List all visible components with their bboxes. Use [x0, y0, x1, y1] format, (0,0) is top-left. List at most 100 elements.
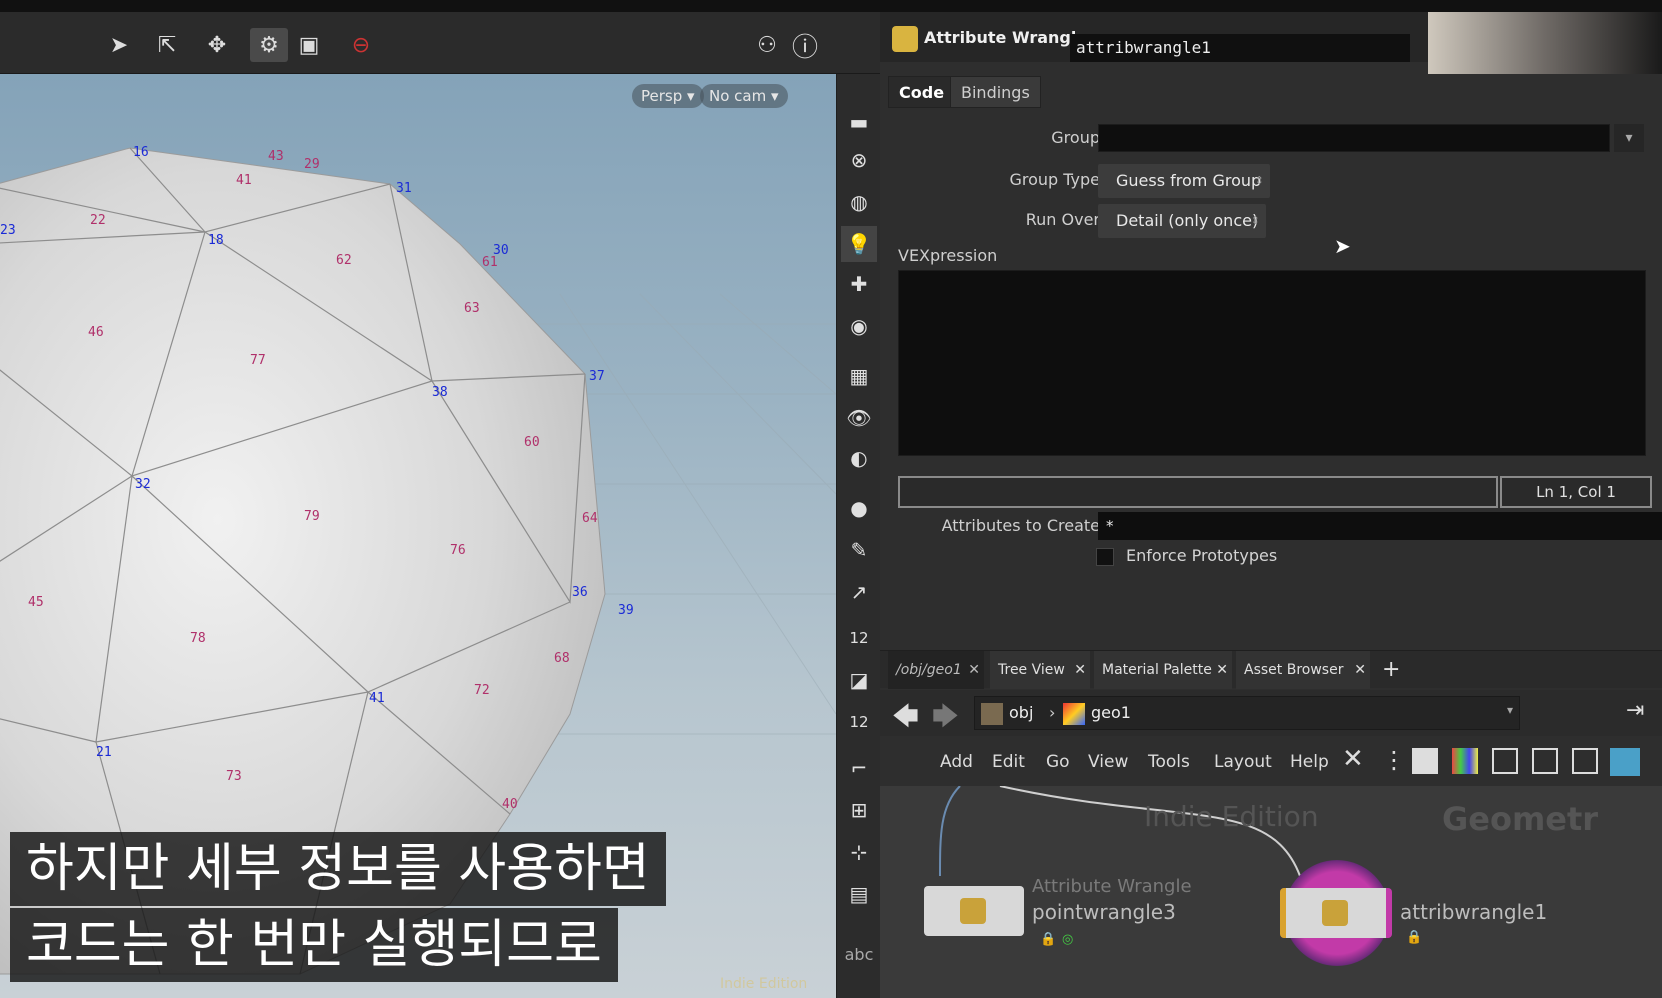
prim-label: 43	[268, 149, 284, 164]
grid-icon[interactable]	[1492, 748, 1518, 774]
close-icon[interactable]: ✕	[1216, 651, 1228, 689]
tab-code[interactable]: Code	[888, 76, 956, 108]
menu-add[interactable]: Add	[940, 752, 973, 772]
template-eye-icon[interactable]: ◐	[841, 440, 877, 476]
text-display-icon[interactable]: abc	[841, 936, 877, 972]
prim-label: 77	[250, 353, 266, 368]
point-numbers-icon[interactable]: 12	[841, 620, 877, 656]
prim-label: 79	[304, 509, 320, 524]
menu-help[interactable]: Help	[1290, 752, 1329, 772]
hide-other-icon[interactable]: ⊗	[841, 142, 877, 178]
obj-icon	[981, 703, 1003, 725]
group-field[interactable]	[1098, 124, 1610, 152]
prim-label: 62	[336, 253, 352, 268]
screen-snapshot-icon[interactable]: ▣	[290, 28, 328, 62]
menu-go[interactable]: Go	[1046, 752, 1070, 772]
panel-icon[interactable]: ▤	[841, 876, 877, 912]
network-boxes-icon[interactable]	[1532, 748, 1558, 774]
select-arrow-icon[interactable]: ➤	[100, 28, 138, 62]
list-view-icon[interactable]	[1412, 748, 1438, 774]
shaded-cube-icon[interactable]: ▦	[841, 358, 877, 394]
no-entry-icon[interactable]: ⊖	[342, 28, 380, 62]
background-image-icon[interactable]	[1610, 748, 1640, 776]
render-view-icon[interactable]: ◍	[841, 184, 877, 220]
prim-label: 73	[226, 769, 242, 784]
vector-display-icon[interactable]: ↗	[841, 574, 877, 610]
back-arrow-icon[interactable]: 🡄	[892, 698, 919, 742]
close-icon[interactable]: ✕	[1354, 651, 1366, 689]
camera-tool-icon[interactable]: ⚙	[250, 28, 288, 62]
help-icon[interactable]: ⓘ	[786, 28, 824, 63]
node-attribwrangle1[interactable]	[1280, 888, 1392, 938]
run-over-menu[interactable]: Detail (only once) ⇕	[1098, 204, 1266, 238]
node-name-field[interactable]: attribwrangle1	[1070, 34, 1410, 62]
node-name-attribwrangle1: attribwrangle1	[1400, 900, 1548, 924]
path-obj[interactable]: obj	[1009, 703, 1033, 722]
menu-arrows-icon: ⇕	[1250, 214, 1260, 227]
path-field[interactable]: obj › geo1 ▾	[974, 696, 1520, 730]
wrench-icon[interactable]: ✕	[1342, 744, 1364, 774]
cursor-position: Ln 1, Col 1	[1500, 476, 1652, 508]
group-type-label: Group Type	[1009, 170, 1100, 189]
headlight-icon[interactable]: 💡	[841, 226, 877, 262]
close-icon[interactable]: ✕	[968, 651, 980, 689]
menu-arrows-icon: ⇕	[1254, 174, 1264, 187]
path-separator-icon: ›	[1049, 703, 1056, 722]
point-display-icon[interactable]: ●	[841, 490, 877, 526]
handle-tool-icon[interactable]: ✥	[198, 28, 236, 62]
path-bar: 🡄 🡆 obj › geo1 ▾ ⇥	[880, 690, 1662, 736]
sticky-note-icon[interactable]	[1572, 748, 1598, 774]
vexpression-editor[interactable]	[898, 270, 1646, 456]
tab-obj-geo1[interactable]: /obj/geo1 ✕	[888, 651, 984, 689]
lock-icon[interactable]: 🔒	[1406, 930, 1422, 945]
point-label: 41	[369, 691, 385, 706]
transform-arrow-icon[interactable]: ⇱	[148, 28, 186, 62]
profile-curve-icon[interactable]: ⌐	[841, 750, 877, 786]
tab-tree-view[interactable]: Tree View ✕	[990, 651, 1090, 689]
light-target-icon[interactable]: ◉	[841, 308, 877, 344]
path-geo1[interactable]: geo1	[1091, 703, 1131, 722]
forward-arrow-icon[interactable]: 🡆	[932, 698, 959, 742]
network-watermark-left: Indie Edition	[1144, 800, 1319, 833]
prim-label: 60	[524, 435, 540, 450]
node-pointwrangle3[interactable]	[924, 886, 1024, 936]
menu-edit[interactable]: Edit	[992, 752, 1025, 772]
lock-icon[interactable]: 🔒	[1040, 932, 1056, 947]
network-editor-canvas[interactable]: Indie Edition Geometr Attribute Wrangle …	[880, 786, 1662, 998]
node-name-pointwrangle3: pointwrangle3	[1032, 900, 1176, 924]
prim-normals-icon[interactable]: ◪	[841, 662, 877, 698]
group-type-menu[interactable]: Guess from Group ⇕	[1098, 164, 1270, 198]
point-label: 37	[589, 369, 605, 384]
network-watermark-right: Geometr	[1442, 800, 1599, 838]
tree-icon[interactable]: ⋮	[1382, 746, 1406, 774]
normal-display-icon[interactable]: ✎	[841, 532, 877, 568]
node-type-text: Attribute Wrangle	[1032, 876, 1192, 897]
close-icon[interactable]: ✕	[1074, 651, 1086, 689]
menu-tools[interactable]: Tools	[1148, 752, 1190, 772]
geo-icon	[1063, 703, 1085, 725]
enforce-prototypes-checkbox[interactable]	[1096, 548, 1114, 566]
attributes-to-create-field[interactable]: *	[1098, 512, 1662, 540]
group-dropdown-arrow-icon[interactable]: ▾	[1614, 124, 1644, 152]
menu-layout[interactable]: Layout	[1214, 752, 1272, 772]
point-label: 36	[572, 585, 588, 600]
tab-asset-browser[interactable]: Asset Browser ✕	[1236, 651, 1370, 689]
uv-grid-icon[interactable]: ⊞	[841, 792, 877, 828]
snap-icon[interactable]: ⊹	[841, 834, 877, 870]
color-palette-icon[interactable]	[1452, 748, 1478, 774]
visibility-eye-icon[interactable]: 👁	[841, 400, 877, 436]
menu-view[interactable]: View	[1088, 752, 1128, 772]
prim-numbers-icon[interactable]: 12	[841, 704, 877, 740]
pin-icon[interactable]: ⇥	[1626, 698, 1644, 723]
ghost-geometry-icon[interactable]: ▬	[841, 104, 877, 140]
light-add-icon[interactable]: ✚	[841, 266, 877, 302]
tab-material-palette[interactable]: Material Palette ✕	[1094, 651, 1232, 689]
add-tab-plus-icon[interactable]: +	[1374, 651, 1408, 689]
tab-bindings[interactable]: Bindings	[950, 76, 1041, 108]
prim-label: 76	[450, 543, 466, 558]
path-dropdown-icon[interactable]: ▾	[1507, 703, 1513, 717]
viewer-state-icon[interactable]: ⚇	[748, 28, 786, 62]
code-status-bar	[898, 476, 1498, 508]
bypass-icon[interactable]: ◎	[1062, 932, 1073, 947]
tab-tree-view-label: Tree View	[998, 662, 1065, 678]
